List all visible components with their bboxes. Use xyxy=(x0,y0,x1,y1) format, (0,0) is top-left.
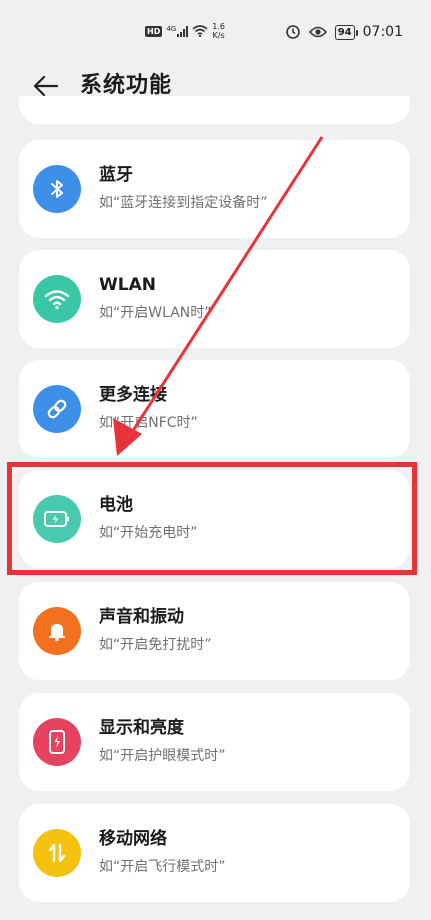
card-subtitle: 如“开启NFC时” xyxy=(99,415,198,431)
speed-value: 1.6 xyxy=(212,22,225,31)
battery-indicator: 94 xyxy=(334,24,358,40)
card-subtitle: 如“开启飞行模式时” xyxy=(99,859,226,875)
card-title: 显示和亮度 xyxy=(99,718,184,738)
mobile-data-icon xyxy=(33,829,81,877)
card-display-brightness[interactable]: 显示和亮度 如“开启护眼模式时” xyxy=(19,693,410,791)
network-type: 4G xyxy=(166,25,177,33)
card-subtitle: 如“开启免打扰时” xyxy=(99,637,212,653)
bell-icon xyxy=(33,607,81,655)
battery-charging-icon xyxy=(33,495,81,543)
card-title: 声音和振动 xyxy=(99,607,184,627)
phone-display-icon xyxy=(33,718,81,766)
link-icon xyxy=(33,385,81,433)
card-title: 蓝牙 xyxy=(99,165,133,185)
card-battery[interactable]: 电池 如“开始充电时” xyxy=(19,470,410,568)
signal-icon: 4G xyxy=(166,25,189,37)
network-speed: 1.6 K/s xyxy=(212,22,225,40)
card-wlan[interactable]: WLAN 如“开启WLAN时” xyxy=(19,250,410,348)
hd-badge: HD xyxy=(145,25,163,37)
card-subtitle: 如“开启WLAN时” xyxy=(99,305,212,321)
card-subtitle: 如“开启护眼模式时” xyxy=(99,748,226,764)
status-left-group: HD 4G 1.6 K/s xyxy=(145,22,225,40)
card-title: 电池 xyxy=(99,495,133,515)
card-subtitle: 如“开始充电时” xyxy=(99,525,198,541)
speed-unit: K/s xyxy=(212,31,225,40)
bluetooth-icon xyxy=(33,165,81,213)
wifi-icon xyxy=(33,275,81,323)
status-bar: HD 4G 1.6 K/s 94 07:01 xyxy=(0,0,431,64)
card-sound-vibration[interactable]: 声音和振动 如“开启免打扰时” xyxy=(19,582,410,680)
card-subtitle: 如“蓝牙连接到指定设备时” xyxy=(99,195,268,211)
card-title: 更多连接 xyxy=(99,385,167,405)
clock: 07:01 xyxy=(362,24,403,40)
card-title: 移动网络 xyxy=(99,829,167,849)
card-bluetooth[interactable]: 蓝牙 如“蓝牙连接到指定设备时” xyxy=(19,140,410,238)
wifi-status-icon xyxy=(192,25,208,37)
card-title: WLAN xyxy=(99,275,156,295)
status-right-group: 94 07:01 xyxy=(285,24,403,40)
partial-card xyxy=(19,96,410,124)
card-more-connections[interactable]: 更多连接 如“开启NFC时” xyxy=(19,360,410,458)
card-mobile-network[interactable]: 移动网络 如“开启飞行模式时” xyxy=(19,804,410,902)
eye-icon xyxy=(308,26,327,38)
alarm-icon xyxy=(285,25,300,39)
